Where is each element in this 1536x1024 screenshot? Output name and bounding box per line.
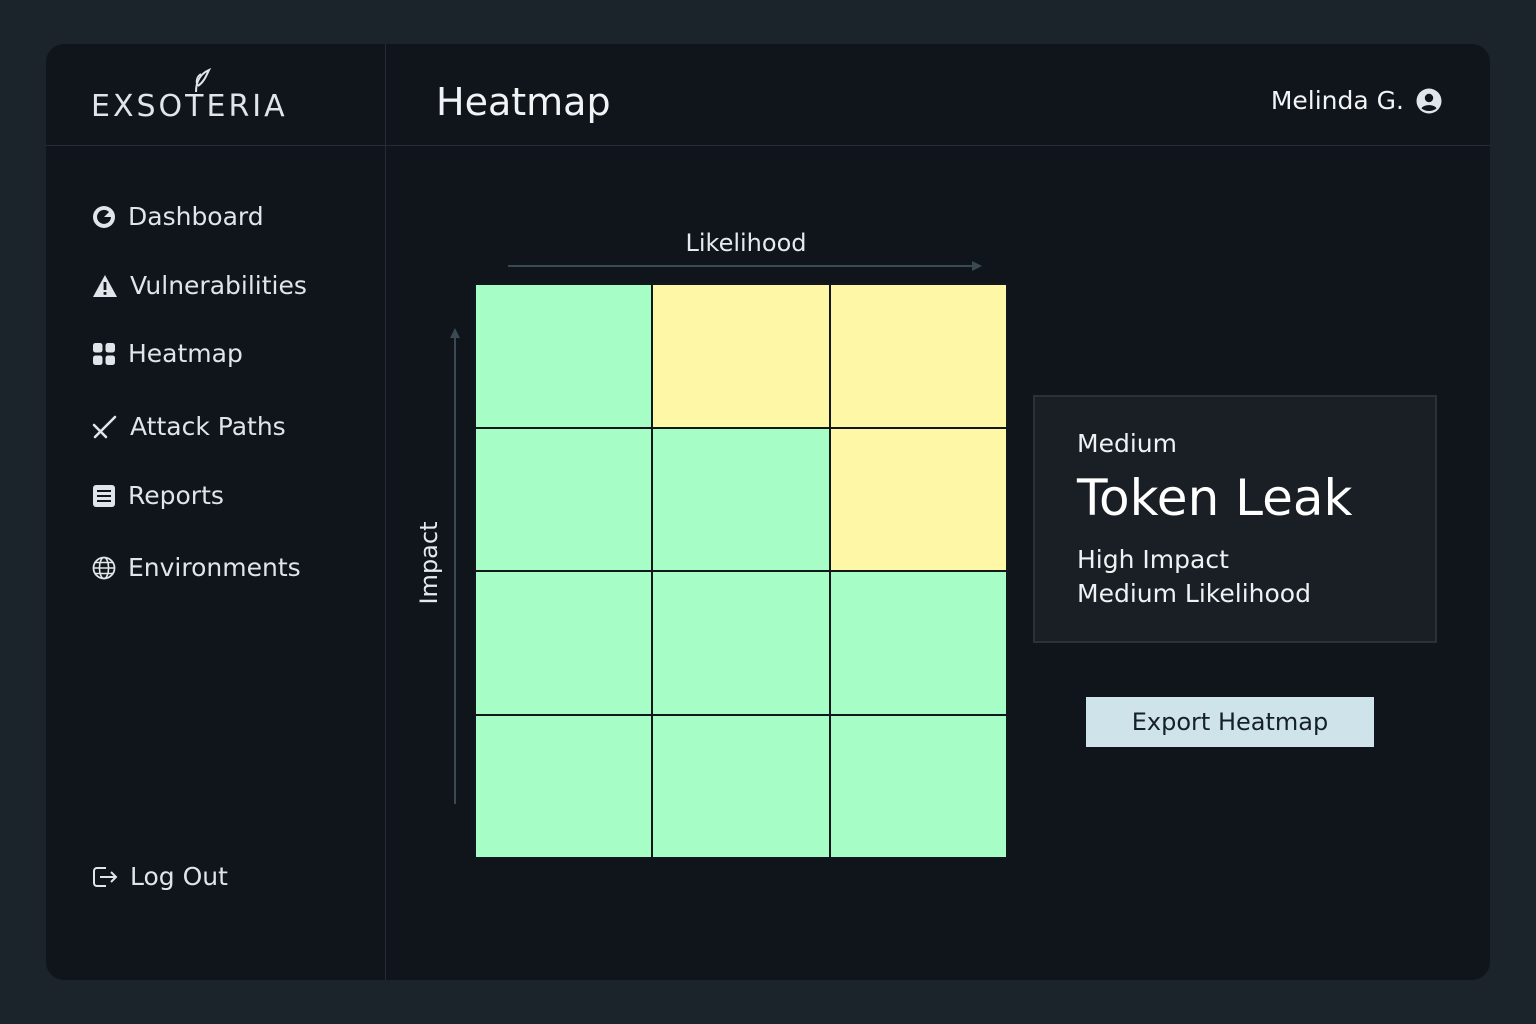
sidebar-item-vulnerabilities[interactable]: Vulnerabilities [92,271,307,300]
logout-icon [93,866,118,887]
sidebar-item-label: Reports [128,481,224,510]
sidebar-item-label: Environments [128,553,301,582]
sidebar-item-environments[interactable]: Environments [92,553,301,582]
heatmap-cell[interactable] [476,285,652,427]
severity-label: Medium [1077,429,1177,458]
heatmap-cell[interactable] [476,715,652,857]
heatmap-cell[interactable] [830,715,1006,857]
x-axis-arrow [508,261,982,271]
heatmap-cell[interactable] [653,285,829,427]
heatmap-cell[interactable] [653,572,829,714]
logout-button[interactable]: Log Out [92,862,228,891]
globe-icon [92,556,116,579]
user-name: Melinda G. [1270,86,1404,115]
heatmap-cell[interactable] [830,285,1006,427]
y-axis-arrow [450,328,460,804]
heatmap-grid [474,283,1008,859]
user-avatar-icon [1416,88,1442,113]
sidebar-item-label: Vulnerabilities [130,271,307,300]
y-axis-label: Impact [415,521,443,605]
user-menu[interactable]: Melinda G. [1271,86,1442,115]
sidebar-item-dashboard[interactable]: Dashboard [92,202,264,231]
heatmap-cell[interactable] [830,428,1006,570]
grid-icon [93,342,115,365]
impact-text: High Impact [1077,545,1229,574]
heatmap-cell[interactable] [476,572,652,714]
heatmap-cell[interactable] [476,428,652,570]
warning-icon [93,274,117,297]
sidebar-item-heatmap[interactable]: Heatmap [92,339,243,368]
heatmap-cell[interactable] [653,715,829,857]
report-icon [93,484,115,507]
risk-detail-card: Medium Token Leak High Impact Medium Lik… [1033,395,1437,643]
export-heatmap-button[interactable]: Export Heatmap [1086,697,1374,747]
sidebar-item-label: Heatmap [128,339,243,368]
sidebar-item-label: Attack Paths [130,412,286,441]
sidebar: EXSOTERIA Dashboard Vulnerabilities Heat… [46,44,386,980]
app-window: EXSOTERIA Dashboard Vulnerabilities Heat… [46,44,1490,980]
dashboard-icon [93,205,115,228]
x-axis-label: Likelihood [685,229,807,257]
likelihood-text: Medium Likelihood [1077,579,1311,608]
logout-label: Log Out [130,862,228,891]
heatmap-cell[interactable] [653,428,829,570]
page-title: Heatmap [436,80,611,124]
sidebar-item-reports[interactable]: Reports [92,481,224,510]
sidebar-item-label: Dashboard [128,202,264,231]
sidebar-item-attack-paths[interactable]: Attack Paths [92,412,286,441]
attack-path-icon [92,415,117,438]
heatmap-cell[interactable] [830,572,1006,714]
risk-title: Token Leak [1077,469,1353,527]
